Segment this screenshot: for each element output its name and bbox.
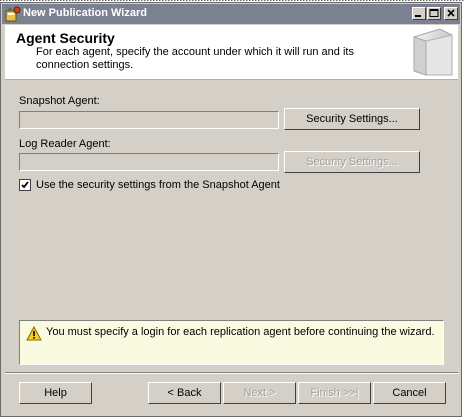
maximize-button[interactable] [427,7,441,20]
help-button[interactable]: Help [19,382,92,404]
use-snapshot-settings-label[interactable]: Use the security settings from the Snaps… [36,179,280,191]
wizard-window: New Publication Wizard Agent Security Fo… [0,2,462,417]
window-title: New Publication Wizard [23,7,147,19]
finish-button[interactable]: Finish >>| [298,382,371,404]
page-subtitle: For each agent, specify the account unde… [36,46,354,71]
snapshot-agent-label: Snapshot Agent: [19,95,100,107]
snapshot-agent-field[interactable] [19,111,279,129]
maximize-icon [429,9,439,17]
use-snapshot-settings-checkbox[interactable] [19,179,31,191]
page-title: Agent Security [16,30,115,46]
footer-divider [5,372,458,374]
warning-icon [26,326,42,341]
wizard-header: Agent Security For each agent, specify t… [5,25,458,80]
close-icon [447,9,455,17]
log-reader-agent-field[interactable] [19,153,279,171]
message-box: You must specify a login for each replic… [19,320,444,365]
checkmark-icon [21,181,29,189]
log-reader-agent-label: Log Reader Agent: [19,138,111,150]
wizard-app-icon [5,6,21,22]
snapshot-security-settings-button[interactable]: Security Settings... [284,108,420,130]
close-button[interactable] [444,7,458,20]
cancel-button[interactable]: Cancel [373,382,446,404]
back-button[interactable]: < Back [148,382,221,404]
minimize-icon [415,15,421,17]
log-reader-security-settings-button[interactable]: Security Settings... [284,151,420,173]
message-text: You must specify a login for each replic… [46,326,435,338]
title-bar[interactable]: New Publication Wizard [2,4,460,24]
minimize-button[interactable] [412,7,426,20]
next-button[interactable]: Next > [223,382,296,404]
wizard-decoration-icon [413,28,453,76]
